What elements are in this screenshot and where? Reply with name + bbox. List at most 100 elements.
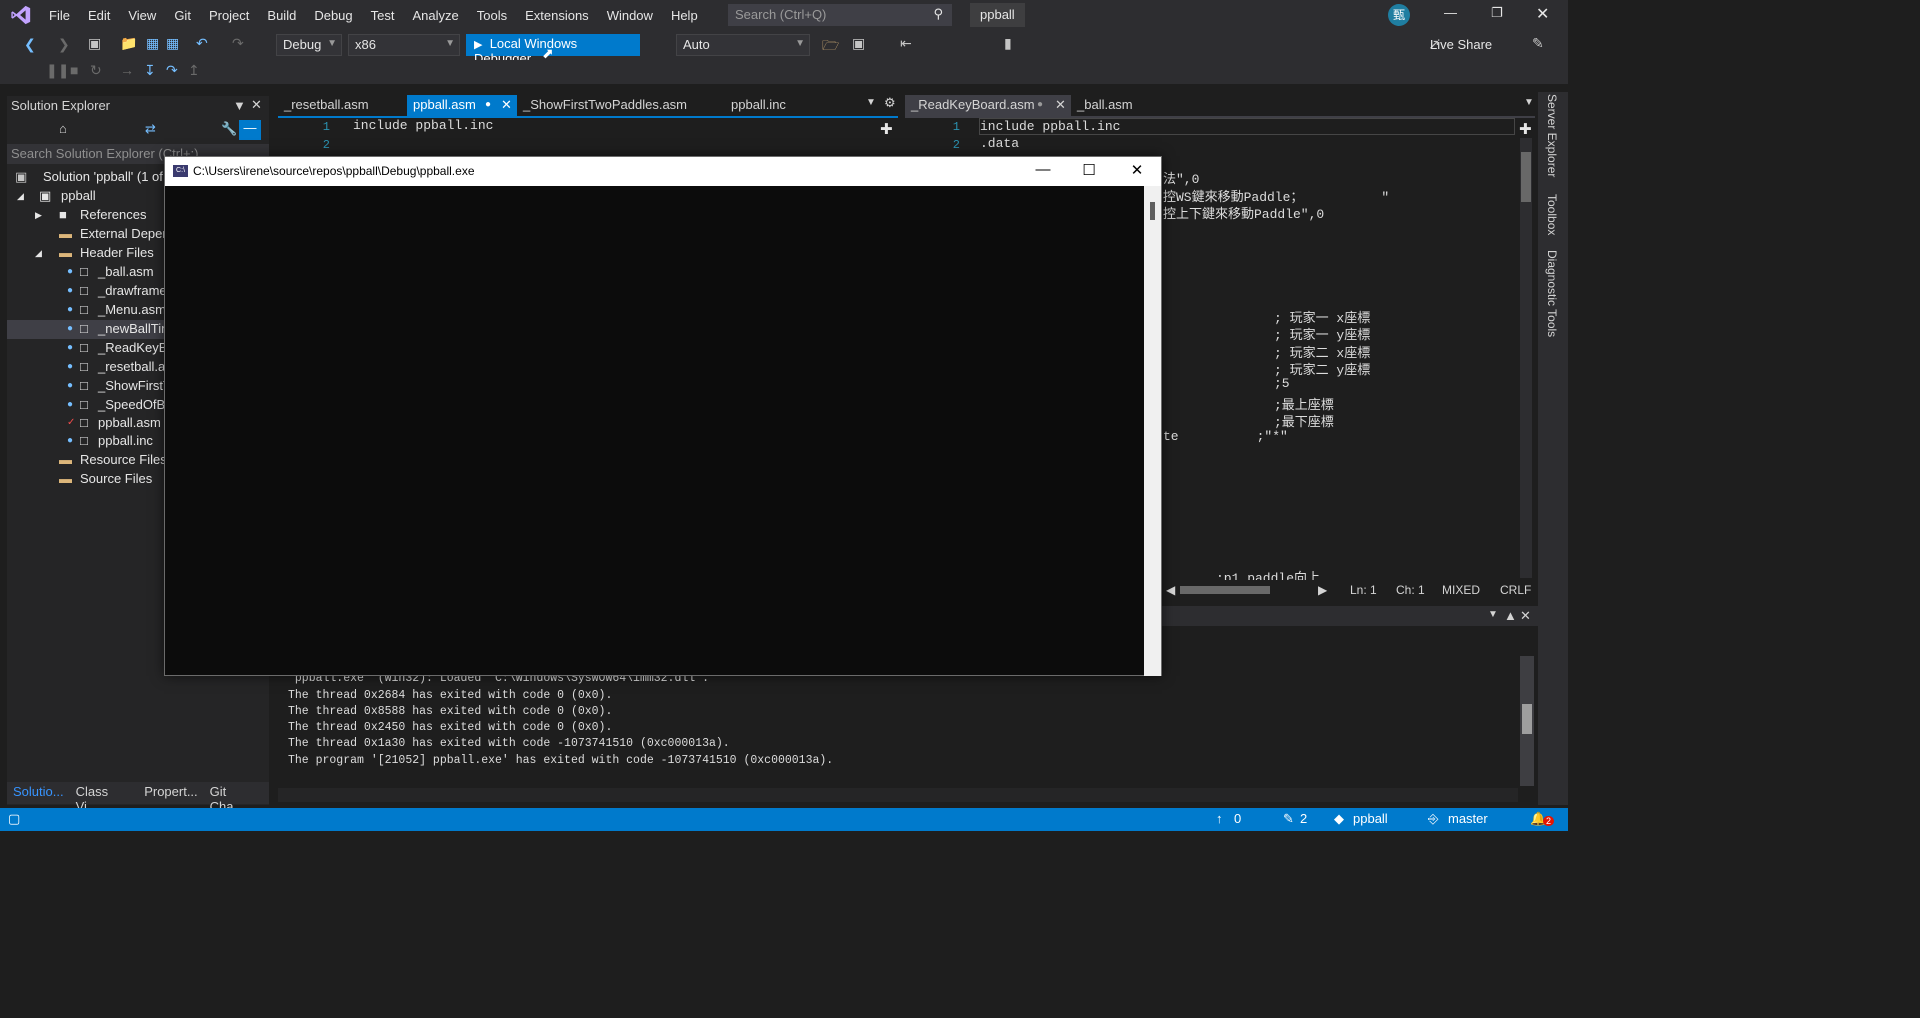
scroll-thumb[interactable]: [1150, 202, 1155, 220]
menu-file[interactable]: File: [40, 8, 79, 23]
live-share-button[interactable]: Live Share: [1430, 37, 1492, 52]
menu-edit[interactable]: Edit: [79, 8, 119, 23]
tab-class-view[interactable]: Class Vi...: [70, 782, 139, 814]
console-window[interactable]: C:\ C:\Users\irene\source\repos\ppball\D…: [164, 156, 1162, 676]
tab-readkeyboard[interactable]: _ReadKeyBoard.asm ● ✕: [905, 95, 1071, 116]
step-into-icon[interactable]: ↧: [144, 62, 156, 79]
back-icon[interactable]: ❮: [24, 36, 36, 53]
tab-ball-asm[interactable]: _ball.asm: [1071, 95, 1139, 116]
server-explorer-tab[interactable]: Server Explorer: [1545, 94, 1559, 177]
tab-ppball-asm[interactable]: ppball.asm ● ✕: [407, 95, 517, 116]
feedback-icon[interactable]: ✎: [1532, 35, 1544, 52]
pin-icon[interactable]: ▲: [1504, 608, 1517, 623]
preview-icon[interactable]: —: [239, 120, 261, 140]
menu-debug[interactable]: Debug: [305, 8, 361, 23]
line-ending-indicator[interactable]: CRLF: [1500, 583, 1531, 597]
close-icon[interactable]: ✕: [1536, 4, 1549, 24]
editor-scrollbar-vertical[interactable]: [1520, 138, 1532, 578]
output-panel[interactable]: 'ppball.exe' (Win32): Loaded 'C:\Windows…: [278, 672, 1518, 782]
diagnostic-tools-tab[interactable]: Diagnostic Tools: [1545, 250, 1559, 337]
scroll-right-icon[interactable]: ▶: [1318, 583, 1327, 597]
tab-list-icon[interactable]: ▼: [866, 97, 876, 108]
search-input[interactable]: Search (Ctrl+Q) ⚲: [728, 4, 952, 26]
step-out-icon[interactable]: ↥: [188, 62, 200, 79]
save-icon[interactable]: ▦: [146, 35, 159, 52]
undo-icon[interactable]: ↶: [196, 35, 208, 52]
close-icon[interactable]: ✕: [1520, 608, 1531, 624]
output-scrollbar[interactable]: [1520, 656, 1534, 786]
maximize-icon[interactable]: ☐: [1069, 161, 1109, 183]
menu-extensions[interactable]: Extensions: [516, 8, 598, 23]
pin-icon[interactable]: ●: [1037, 99, 1043, 110]
minimize-icon[interactable]: —: [1023, 161, 1063, 183]
chevron-down-icon[interactable]: ▼: [1488, 609, 1498, 620]
menu-git[interactable]: Git: [165, 8, 200, 23]
menu-test[interactable]: Test: [362, 8, 404, 23]
auto-select[interactable]: Auto ▼: [676, 34, 810, 56]
home-icon[interactable]: ⌂: [59, 121, 67, 136]
scroll-left-icon[interactable]: ◀: [1166, 583, 1175, 597]
forward-icon[interactable]: ❯: [58, 36, 70, 53]
scroll-thumb[interactable]: [1522, 704, 1532, 734]
stop-icon[interactable]: ■: [70, 62, 78, 78]
browser-icon[interactable]: ▣: [852, 35, 865, 52]
solution-name-badge[interactable]: ppball: [970, 3, 1025, 27]
tab-ppball-inc[interactable]: ppball.inc: [725, 95, 792, 116]
branch-icon[interactable]: ⎆: [1428, 811, 1438, 827]
repo-icon[interactable]: ◆: [1334, 811, 1344, 827]
push-count[interactable]: 0: [1234, 811, 1241, 826]
step-over-icon[interactable]: ↷: [166, 62, 178, 79]
pin-icon[interactable]: ▼: [233, 98, 246, 113]
add-icon[interactable]: ✚: [880, 120, 893, 138]
pencil-icon[interactable]: ✎: [1283, 811, 1294, 827]
close-icon[interactable]: ✕: [501, 97, 512, 113]
tab-solution[interactable]: Solutio...: [7, 782, 70, 804]
step-icon[interactable]: ⇤: [900, 35, 912, 52]
tab-git-changes[interactable]: Git Cha...: [204, 782, 269, 814]
close-icon[interactable]: ✕: [251, 97, 262, 113]
menu-project[interactable]: Project: [200, 8, 258, 23]
close-icon[interactable]: ✕: [1117, 161, 1157, 183]
tab-resetball[interactable]: _resetball.asm: [278, 95, 375, 116]
close-icon[interactable]: ✕: [1055, 97, 1066, 113]
show-next-statement-icon[interactable]: →: [120, 62, 134, 78]
restore-icon[interactable]: ❐: [1491, 5, 1503, 21]
restart-icon[interactable]: ↻: [90, 62, 102, 79]
tab-properties[interactable]: Propert...: [138, 782, 203, 804]
sync-icon[interactable]: ⇄: [145, 121, 156, 137]
pause-icon[interactable]: ❚❚: [46, 62, 69, 79]
new-project-icon[interactable]: ▣: [88, 35, 101, 52]
encoding-indicator[interactable]: MIXED: [1442, 583, 1480, 597]
console-title-bar[interactable]: C:\ C:\Users\irene\source\repos\ppball\D…: [165, 157, 1161, 186]
vs-logo-icon[interactable]: [0, 0, 40, 30]
menu-build[interactable]: Build: [258, 8, 305, 23]
menu-analyze[interactable]: Analyze: [403, 8, 467, 23]
branch-name[interactable]: master: [1448, 811, 1488, 826]
folder-search-icon[interactable]: 🗁: [822, 35, 839, 59]
tab-showfirsttwopaddles[interactable]: _ShowFirstTwoPaddles.asm: [517, 95, 693, 116]
platform-select[interactable]: x86 ▼: [348, 34, 460, 56]
add-icon[interactable]: ✚: [1519, 120, 1532, 138]
properties-icon[interactable]: 🔧: [221, 121, 237, 137]
output-hscroll[interactable]: [278, 788, 1518, 802]
menu-tools[interactable]: Tools: [468, 8, 516, 23]
gear-icon[interactable]: ⚙: [884, 95, 896, 111]
avatar[interactable]: 甄: [1388, 4, 1410, 26]
config-select[interactable]: Debug ▼: [276, 34, 342, 56]
open-folder-icon[interactable]: 📁: [120, 35, 137, 52]
push-icon[interactable]: ↑: [1216, 811, 1223, 826]
edit-count[interactable]: 2: [1300, 811, 1307, 826]
menu-help[interactable]: Help: [662, 8, 707, 23]
pin-icon[interactable]: ●: [485, 99, 491, 110]
tab-list-icon[interactable]: ▼: [1524, 97, 1534, 108]
bookmark-icon[interactable]: ▮: [1004, 35, 1012, 52]
minimize-icon[interactable]: —: [1444, 5, 1457, 20]
toolbox-tab[interactable]: Toolbox: [1545, 194, 1559, 235]
redo-icon[interactable]: ↷: [232, 35, 244, 52]
console-scrollbar[interactable]: [1144, 186, 1161, 676]
scroll-thumb[interactable]: [1521, 152, 1531, 202]
repo-name[interactable]: ppball: [1353, 811, 1388, 826]
menu-view[interactable]: View: [119, 8, 165, 23]
horizontal-scroll-thumb[interactable]: [1180, 586, 1270, 594]
save-all-icon[interactable]: ▦: [166, 35, 179, 52]
